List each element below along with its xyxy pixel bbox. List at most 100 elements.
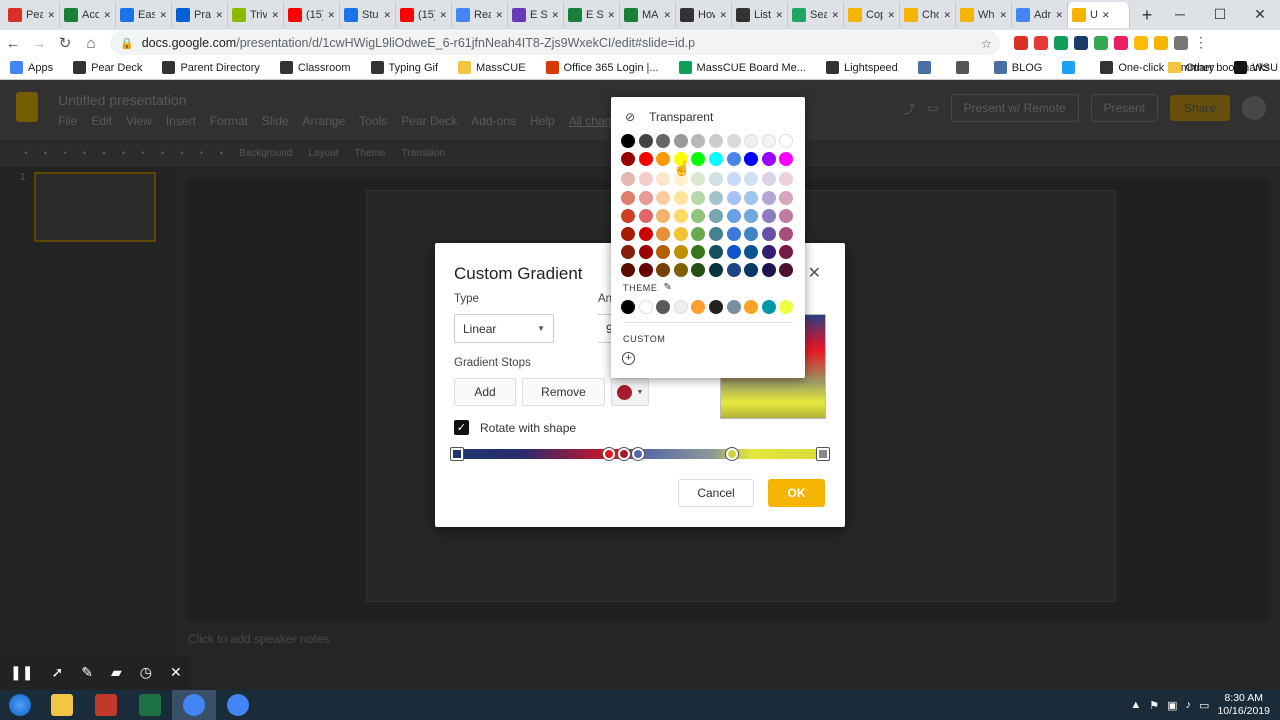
extension-icon[interactable]: [1094, 36, 1108, 50]
color-swatch[interactable]: [779, 172, 794, 187]
color-swatch[interactable]: [744, 208, 759, 223]
close-tab-icon[interactable]: ✕: [439, 10, 447, 21]
browser-tab[interactable]: Practi✕: [172, 2, 228, 28]
color-swatch[interactable]: [656, 227, 671, 241]
color-swatch[interactable]: [621, 172, 635, 187]
color-swatch[interactable]: [709, 263, 723, 278]
color-swatch[interactable]: [621, 134, 635, 148]
color-swatch[interactable]: [726, 172, 741, 187]
color-swatch[interactable]: [621, 208, 635, 223]
color-swatch[interactable]: [761, 227, 776, 241]
extension-icon[interactable]: [1034, 36, 1048, 50]
color-swatch[interactable]: [673, 208, 688, 223]
browser-tab[interactable]: How ✕: [676, 2, 732, 28]
color-swatch[interactable]: [656, 152, 671, 167]
theme-color-swatch[interactable]: [709, 300, 723, 314]
bookmark-item[interactable]: Parent Directory: [162, 61, 260, 74]
bookmark-item[interactable]: Typing Gif: [370, 61, 438, 74]
color-swatch[interactable]: [761, 208, 776, 223]
color-swatch[interactable]: [621, 152, 635, 167]
color-swatch[interactable]: [656, 263, 671, 278]
close-tab-icon[interactable]: ✕: [943, 10, 951, 21]
color-swatch[interactable]: [656, 172, 671, 187]
browser-tab[interactable]: Copy ✕: [844, 2, 900, 28]
add-stop-button[interactable]: Add: [454, 378, 516, 406]
color-swatch[interactable]: [656, 208, 671, 223]
gradient-type-select[interactable]: Linear ▼: [454, 314, 554, 343]
bookmark-item[interactable]: Classroom: [279, 61, 351, 74]
bookmark-item[interactable]: MassCUE: [458, 61, 526, 74]
bookmark-item[interactable]: Apps: [10, 61, 53, 74]
color-swatch[interactable]: [779, 190, 794, 205]
browser-tab[interactable]: Acces ✕: [60, 2, 116, 28]
color-swatch[interactable]: [726, 190, 741, 205]
extension-icon[interactable]: [1134, 36, 1148, 50]
browser-tab[interactable]: Admi ✕: [1012, 2, 1068, 28]
color-swatch[interactable]: [673, 190, 688, 205]
color-swatch[interactable]: [691, 152, 706, 167]
color-swatch[interactable]: [726, 208, 741, 223]
close-tab-icon[interactable]: ✕: [159, 10, 167, 21]
close-tab-icon[interactable]: ✕: [999, 10, 1007, 21]
battery-icon[interactable]: ▭: [1199, 699, 1209, 712]
flag-icon[interactable]: ⚑: [1149, 699, 1159, 712]
color-swatch[interactable]: [726, 134, 741, 148]
gradient-stop-handle[interactable]: [725, 448, 738, 460]
color-swatch[interactable]: [638, 263, 653, 278]
color-swatch[interactable]: [761, 263, 776, 278]
color-swatch[interactable]: [638, 152, 653, 167]
pointer-icon[interactable]: ➚: [51, 664, 63, 681]
tray-arrow-icon[interactable]: ▲: [1130, 699, 1141, 711]
new-tab-icon[interactable]: +: [1134, 2, 1160, 28]
color-swatch[interactable]: [621, 190, 635, 205]
theme-color-swatch[interactable]: [744, 300, 759, 314]
color-swatch[interactable]: [779, 208, 794, 223]
home-icon[interactable]: ⌂: [78, 31, 104, 55]
extension-icon[interactable]: [1014, 36, 1028, 50]
pen-icon[interactable]: ✎: [81, 664, 93, 681]
color-swatch[interactable]: [673, 263, 688, 278]
minimize-icon[interactable]: ─: [1160, 0, 1200, 28]
color-swatch[interactable]: [744, 227, 759, 241]
browser-tab[interactable]: PearD ✕: [4, 2, 60, 28]
close-window-icon[interactable]: ✕: [1240, 0, 1280, 28]
bookmark-item[interactable]: [955, 61, 974, 74]
theme-color-swatch[interactable]: [779, 300, 794, 314]
color-swatch[interactable]: [638, 208, 653, 223]
browser-tab[interactable]: E Spc✕: [508, 2, 564, 28]
close-tab-icon[interactable]: ✕: [775, 10, 783, 21]
color-swatch[interactable]: [638, 227, 653, 241]
color-swatch[interactable]: [744, 152, 759, 167]
close-tab-icon[interactable]: ✕: [831, 10, 839, 21]
browser-tab[interactable]: Trivel✕: [228, 2, 284, 28]
start-button[interactable]: [0, 690, 40, 720]
volume-icon[interactable]: ♪: [1186, 699, 1192, 711]
color-swatch[interactable]: [691, 263, 706, 278]
browser-tab[interactable]: Read ✕: [452, 2, 508, 28]
close-icon[interactable]: ✕: [170, 664, 182, 681]
browser-tab[interactable]: Choic ✕: [900, 2, 956, 28]
theme-color-swatch[interactable]: [673, 300, 688, 314]
other-bookmarks[interactable]: Other bookmarks: [1167, 62, 1270, 74]
rotate-with-shape-checkbox[interactable]: ✓: [454, 420, 469, 435]
color-swatch[interactable]: [638, 190, 653, 205]
taskbar-app[interactable]: [216, 690, 260, 720]
browser-tab[interactable]: Lister✕: [732, 2, 788, 28]
color-swatch[interactable]: [744, 245, 759, 260]
bookmark-item[interactable]: Pear Deck: [73, 61, 142, 74]
highlighter-icon[interactable]: ▰: [111, 664, 122, 681]
browser-tab[interactable]: (15) C ✕: [284, 2, 340, 28]
color-swatch[interactable]: [709, 134, 723, 148]
color-swatch[interactable]: [638, 172, 653, 187]
extension-icon[interactable]: [1074, 36, 1088, 50]
clock[interactable]: 8:30 AM 10/16/2019: [1217, 692, 1270, 718]
theme-color-swatch[interactable]: [726, 300, 741, 314]
color-swatch[interactable]: [779, 263, 794, 278]
close-tab-icon[interactable]: ✕: [607, 10, 615, 21]
color-swatch[interactable]: [656, 134, 671, 148]
color-swatch[interactable]: [673, 245, 688, 260]
color-swatch[interactable]: [779, 152, 794, 167]
color-swatch[interactable]: [691, 227, 706, 241]
theme-color-swatch[interactable]: [638, 300, 653, 314]
color-swatch[interactable]: [709, 190, 723, 205]
